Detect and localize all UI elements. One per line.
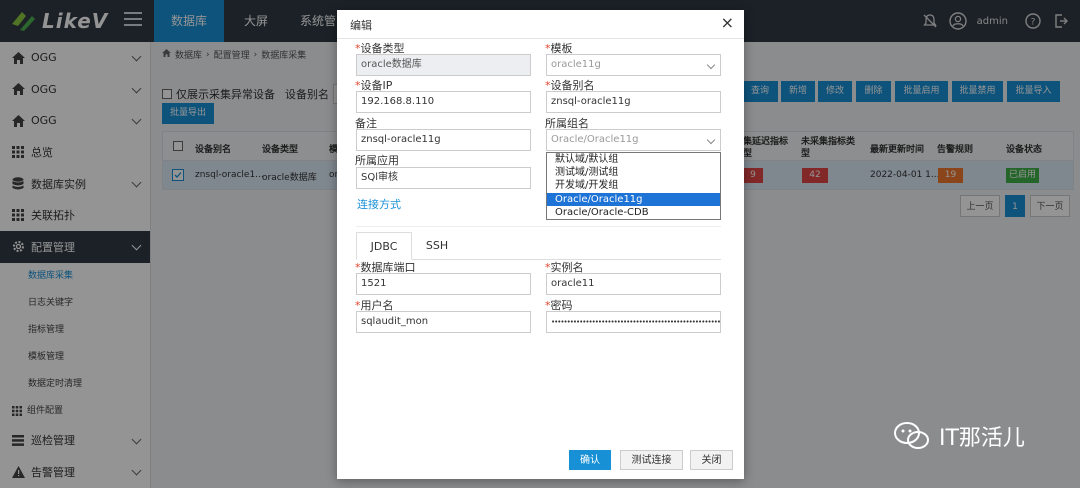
group-option-selected[interactable]: Oracle/Oracle11g [547,192,720,206]
close-icon[interactable]: × [721,15,734,31]
test-connection-button[interactable]: 测试连接 [620,450,683,470]
group-option[interactable]: 测试域/测试组 [547,166,720,179]
template-select[interactable]: oracle11g [546,54,721,76]
username-input[interactable]: sqlaudit_mon [356,311,531,333]
edit-dialog: 编辑 × *设备类型 oracle数据库 *模板 oracle11g *设备IP… [337,10,744,479]
close-button[interactable]: 关闭 [690,450,733,470]
app-input[interactable]: SQl审核 [356,167,531,189]
app-label: 所属应用 [355,154,399,167]
device-type-field: oracle数据库 [356,54,531,76]
tab-ssh[interactable]: SSH [417,232,457,260]
group-option[interactable]: Oracle/Oracle-CDB [547,206,720,219]
password-input[interactable]: ••••••••••••••••••••••••••••••••••••••••… [546,311,721,333]
instance-input[interactable]: oracle11 [546,273,721,295]
chevron-down-icon [706,60,716,70]
chevron-down-icon [706,135,716,145]
db-port-input[interactable]: 1521 [356,273,531,295]
device-ip-input[interactable]: 192.168.8.110 [356,91,531,113]
tab-jdbc[interactable]: JDBC [356,232,412,260]
connect-method-link[interactable]: 连接方式 [357,196,401,212]
watermark: IT那活儿 [893,420,1025,452]
group-dropdown-list: 默认域/默认组 测试域/测试组 开发域/开发组 Oracle/Oracle11g… [546,152,721,220]
group-option[interactable]: 默认域/默认组 [547,153,720,166]
group-select-value: Oracle/Oracle11g [551,134,639,145]
group-select[interactable]: Oracle/Oracle11g [546,129,721,151]
remark-input[interactable]: znsql-oracle11g [356,129,531,151]
group-option[interactable]: 开发域/开发组 [547,179,720,192]
dialog-title: 编辑 [350,19,372,32]
watermark-text: IT那活儿 [939,426,1025,451]
wechat-icon [893,420,931,452]
template-select-value: oracle11g [551,59,601,70]
confirm-button[interactable]: 确认 [569,450,611,470]
device-alias-input[interactable]: znsql-oracle11g [546,91,721,113]
